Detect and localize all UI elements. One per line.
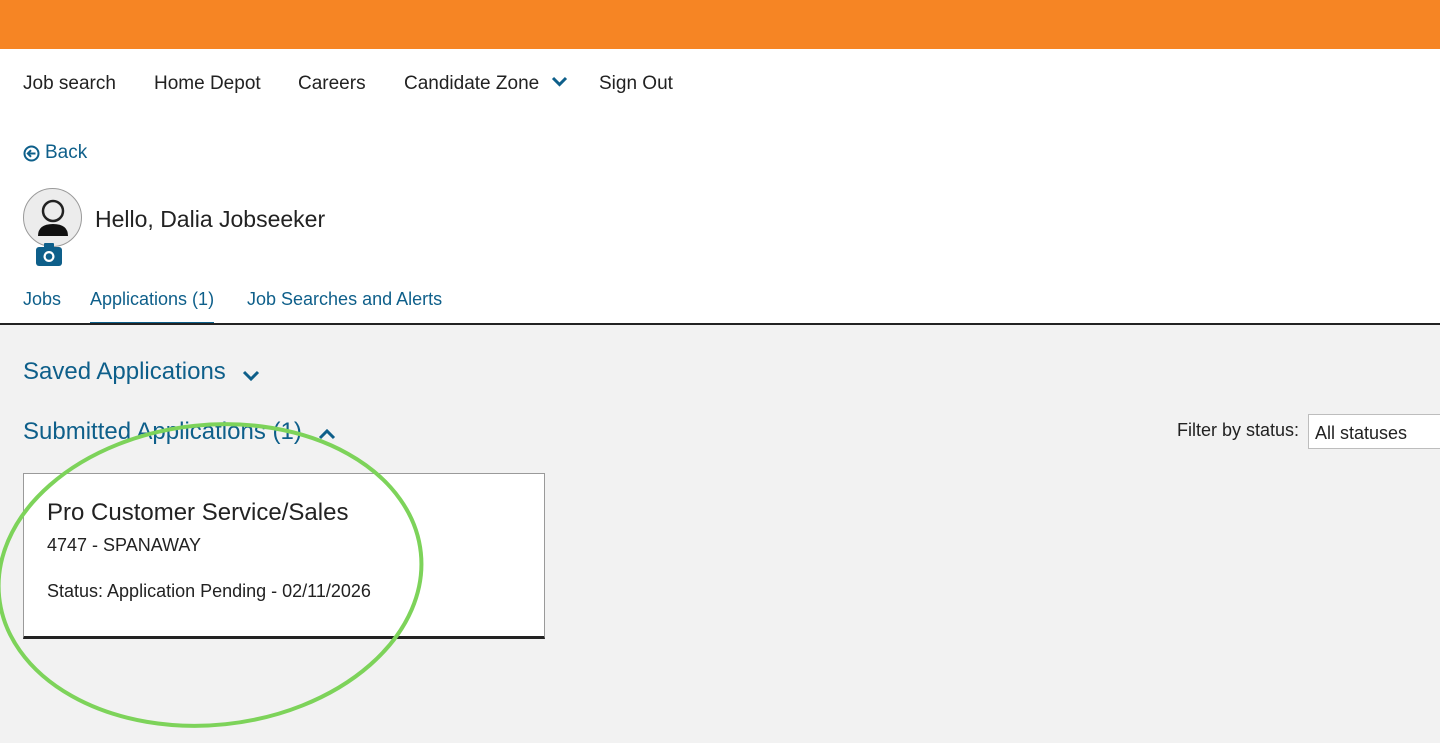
back-arrow-icon [23,145,40,161]
application-card[interactable]: Pro Customer Service/Sales 4747 - SPANAW… [23,473,545,639]
tab-applications[interactable]: Applications (1) [90,289,215,325]
application-status: Status: Application Pending - 02/11/2026 [47,581,371,601]
chevron-down-icon [242,370,259,381]
chevron-up-icon [318,428,335,439]
nav-candidate-zone-label: Candidate Zone [404,73,540,94]
nav-sign-out[interactable]: Sign Out [599,73,673,95]
submitted-applications-title: Submitted Applications (1) [23,418,302,445]
application-job-title: Pro Customer Service/Sales [47,499,349,526]
nav-job-search[interactable]: Job search [23,73,116,95]
filter-status-label: Filter by status: [1177,420,1300,440]
filter-status-select[interactable]: All statuses [1308,414,1440,449]
top-brand-bar [0,0,1440,49]
profile-avatar[interactable] [23,188,82,247]
nav-candidate-zone[interactable]: Candidate Zone [404,73,568,95]
application-location: 4747 - SPANAWAY [47,535,202,555]
saved-applications-toggle[interactable]: Saved Applications [23,358,260,386]
nav-home-depot[interactable]: Home Depot [154,73,261,95]
saved-applications-title: Saved Applications [23,358,226,385]
main-nav: Job search Home Depot Careers Candidate … [0,49,1440,119]
applications-panel: Saved Applications Submitted Application… [0,325,1440,743]
tab-jobs[interactable]: Jobs [23,289,61,325]
avatar-icon [38,199,68,236]
submitted-applications-toggle[interactable]: Submitted Applications (1) [23,418,336,446]
camera-icon[interactable] [36,243,62,266]
back-link[interactable]: Back [23,142,87,164]
back-label: Back [45,142,88,163]
chevron-down-icon [551,77,567,88]
nav-careers[interactable]: Careers [298,73,366,95]
tab-job-searches-alerts[interactable]: Job Searches and Alerts [247,289,442,325]
greeting-text: Hello, Dalia Jobseeker [95,206,326,232]
